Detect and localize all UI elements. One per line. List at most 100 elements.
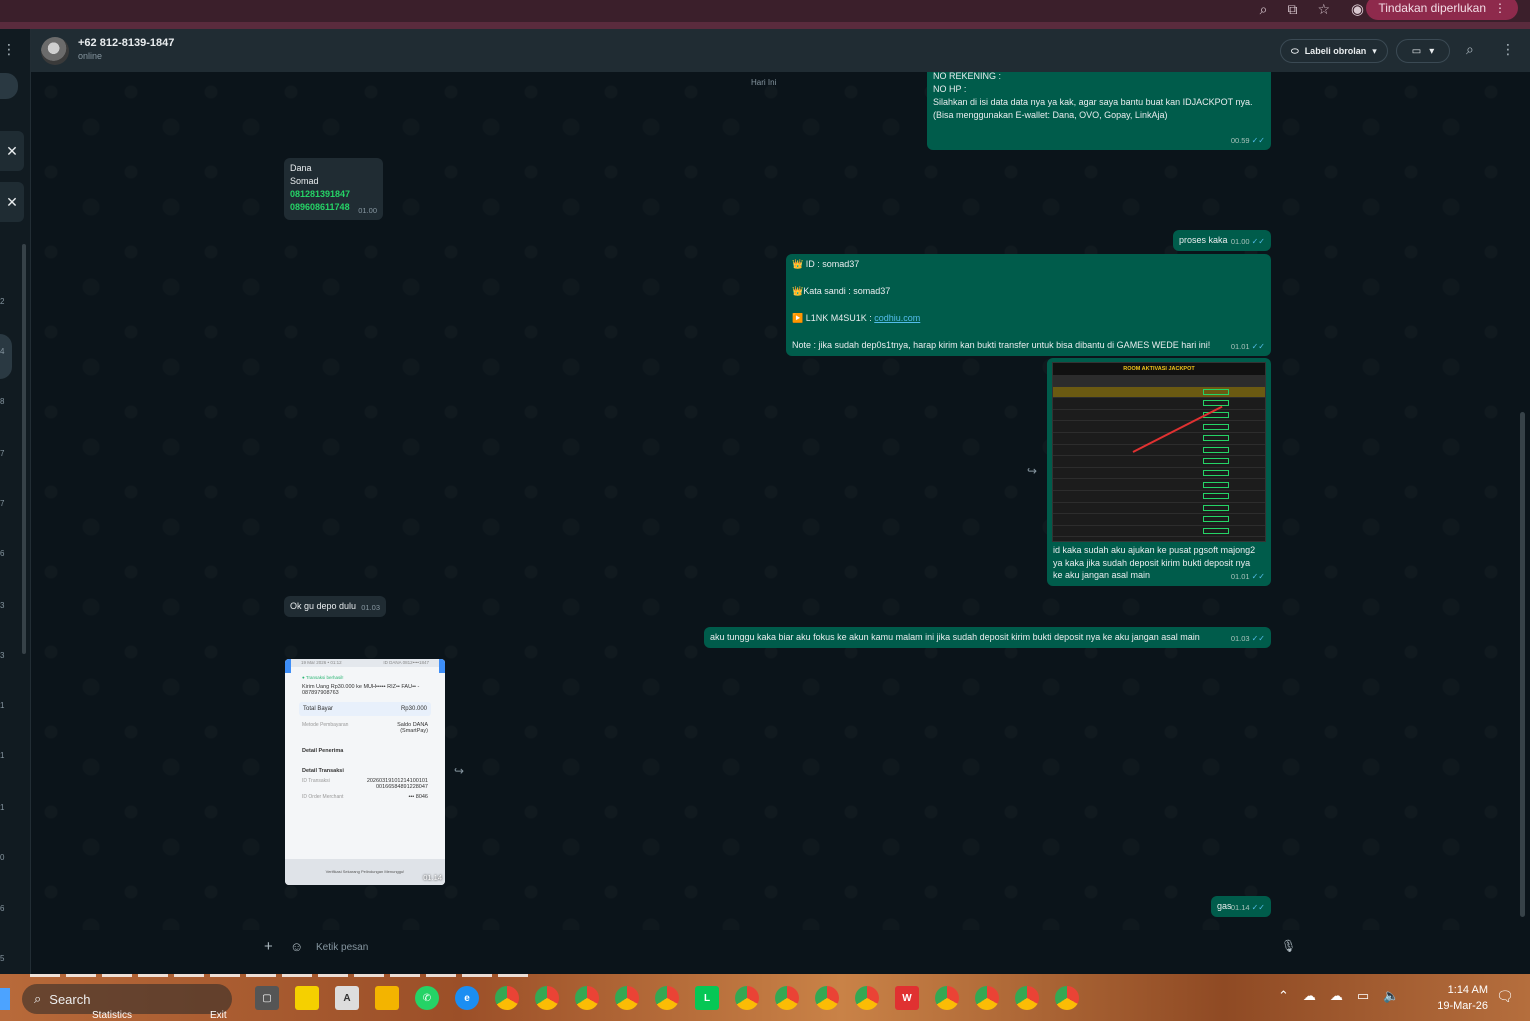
zoom-icon[interactable]: ⌕	[1260, 1, 1268, 18]
chrome-icon[interactable]	[535, 986, 559, 1010]
chrome-icon[interactable]	[775, 986, 799, 1010]
table-row	[1053, 491, 1265, 503]
table-row	[1053, 375, 1265, 387]
message-area[interactable]: Hari Ini NO REKENING : NO HP : Silahkan …	[31, 72, 1520, 930]
notification-icon[interactable]: 🗨	[1496, 988, 1514, 1005]
unread-count: 6	[0, 904, 5, 913]
message-line: Dana	[290, 163, 312, 173]
onedrive-icon[interactable]: ☁	[1330, 988, 1343, 1004]
chrome-icon[interactable]	[935, 986, 959, 1010]
total-label: Total Bayar	[303, 706, 334, 712]
chevron-up-icon[interactable]: ⌃	[1278, 988, 1289, 1004]
table-row	[1053, 503, 1265, 515]
message-outgoing[interactable]: proses kaka 01.00 ✓✓	[1173, 230, 1271, 251]
attach-plus-icon[interactable]: +	[264, 938, 273, 955]
chrome-icon[interactable]	[1015, 986, 1039, 1010]
volume-icon[interactable]: 🔈	[1383, 988, 1399, 1004]
menu-icon[interactable]: ⋮	[2, 41, 16, 58]
unread-count: 3	[0, 651, 5, 660]
system-tray: ⌃ ☁ ☁ ▭ 🔈	[1278, 988, 1399, 1004]
label-chat-button[interactable]: ⬭ Labeli obrolan ▾	[1280, 39, 1388, 63]
message-outgoing[interactable]: 👑 ID : somad37 👑Kata sandi : somad37 ▶️ …	[786, 254, 1271, 356]
transfer-receipt-image[interactable]: 19 Mar 2026 • 01:12 ID DANA 0812••••1847…	[285, 659, 445, 885]
file-explorer-icon[interactable]	[375, 986, 399, 1010]
close-icon[interactable]: ✕	[0, 131, 24, 171]
login-link[interactable]: codhiu.com	[874, 313, 920, 323]
unread-count: 5	[0, 954, 5, 963]
filter-pill[interactable]	[0, 73, 18, 99]
message-time-wrap: 01.03 ✓✓	[1231, 632, 1265, 645]
message-time: 01.14	[1230, 903, 1250, 912]
message-time-wrap: 01.01 ✓✓	[1231, 340, 1265, 354]
chrome-icon[interactable]	[735, 986, 759, 1010]
sticker-emoji-icon[interactable]: ☺	[290, 939, 303, 954]
chrome-icon[interactable]	[815, 986, 839, 1010]
message-time-wrap: 01.14 ✓✓	[1231, 901, 1265, 914]
whatsapp-icon[interactable]: ✆	[415, 986, 439, 1010]
chat-scrollbar[interactable]	[1520, 412, 1525, 917]
receipt-date: 19 Mar 2026 • 01:12	[301, 660, 342, 665]
trx-value: 2026031910121410010100166584891228047	[366, 778, 428, 790]
wps-office-icon[interactable]: W	[895, 986, 919, 1010]
message-line: Silahkan di isi data data nya ya kak, ag…	[933, 97, 1253, 107]
install-icon[interactable]: ⧉	[1287, 1, 1297, 18]
receipt-id: ID DANA 0812••••1847	[383, 660, 429, 665]
table-row	[1053, 514, 1265, 526]
message-outgoing[interactable]: NO REKENING : NO HP : Silahkan di isi da…	[927, 72, 1271, 150]
phone-link[interactable]: 081281391847	[290, 188, 377, 201]
message-outgoing-image[interactable]: ROOM AKTIVASI JACKPOT id kaka sudah aku …	[1047, 358, 1271, 586]
edge-browser-icon[interactable]: e	[455, 986, 479, 1010]
chrome-icon[interactable]	[975, 986, 999, 1010]
method-label: Metode Pembayaran	[302, 722, 349, 728]
selected-chat-indicator	[0, 334, 12, 379]
avatar[interactable]	[41, 37, 69, 65]
message-input[interactable]	[316, 939, 1216, 955]
font-app-icon[interactable]: A	[335, 986, 359, 1010]
jackpot-table-image[interactable]: ROOM AKTIVASI JACKPOT	[1052, 362, 1266, 542]
message-outgoing[interactable]: aku tunggu kaka biar aku fokus ke akun k…	[704, 627, 1271, 648]
forward-icon[interactable]: ↪	[454, 764, 464, 778]
bookmark-star-icon[interactable]: ☆	[1317, 1, 1330, 18]
search-icon[interactable]: ⌕	[1466, 41, 1474, 58]
chat-list-scrollbar[interactable]	[22, 244, 26, 654]
start-button[interactable]	[0, 988, 10, 1010]
unread-count: 6	[0, 549, 5, 558]
chrome-icon[interactable]	[1055, 986, 1079, 1010]
forward-icon[interactable]: ↪	[1027, 464, 1037, 478]
sticky-notes-icon[interactable]	[295, 986, 319, 1010]
chrome-icon[interactable]	[615, 986, 639, 1010]
kebab-menu-icon[interactable]: ⋮	[1501, 41, 1515, 58]
network-icon[interactable]: ▭	[1357, 988, 1369, 1004]
message-time: 01.03	[361, 603, 380, 612]
message-line: NO HP :	[933, 84, 967, 94]
chrome-icon[interactable]	[855, 986, 879, 1010]
system-clock[interactable]: 1:14 AM 19-Mar-26	[1428, 982, 1488, 1014]
close-icon-2[interactable]: ✕	[0, 182, 24, 222]
unread-count: 0	[0, 853, 5, 862]
line-app-icon[interactable]: L	[695, 986, 719, 1010]
contact-name[interactable]: +62 812-8139-1847	[78, 37, 174, 49]
message-line: Note : jika sudah dep0s1tnya, harap kiri…	[792, 340, 1211, 350]
message-incoming[interactable]: Dana Somad 081281391847 089608611748 01.…	[284, 158, 383, 220]
image-caption: id kaka sudah aku ajukan ke pusat pgsoft…	[1053, 544, 1255, 582]
message-incoming[interactable]: Ok gu depo dulu 01.03	[284, 596, 386, 617]
chrome-icon[interactable]	[575, 986, 599, 1010]
statistics-label[interactable]: Statistics	[92, 1010, 132, 1021]
chrome-icon[interactable]	[655, 986, 679, 1010]
action-required-button[interactable]: Tindakan diperlukan ⋮	[1366, 0, 1518, 20]
table-row	[1053, 445, 1265, 457]
order-row: ID Order Merchant ••• 8046	[285, 794, 445, 800]
caret-down-icon: ▾	[1372, 45, 1377, 56]
order-value: ••• 8046	[408, 794, 428, 800]
task-view-icon[interactable]: ▢	[255, 986, 279, 1010]
exit-label[interactable]: Exit	[210, 1010, 227, 1021]
browser-divider	[0, 22, 1530, 29]
action-required-label: Tindakan diperlukan	[1378, 1, 1486, 15]
cloud-sync-icon[interactable]: ☁	[1303, 988, 1316, 1004]
profile-icon[interactable]: ◉	[1351, 0, 1364, 18]
video-call-button[interactable]: ▭ ▾	[1396, 39, 1450, 63]
microphone-icon[interactable]: 🎙	[1281, 939, 1296, 953]
windows-taskbar: ⌕ Search Statistics Exit ▢ A ✆ e L W ⌃ ☁…	[0, 974, 1530, 1021]
chrome-icon[interactable]	[495, 986, 519, 1010]
message-outgoing[interactable]: gas 01.14 ✓✓	[1211, 896, 1271, 917]
